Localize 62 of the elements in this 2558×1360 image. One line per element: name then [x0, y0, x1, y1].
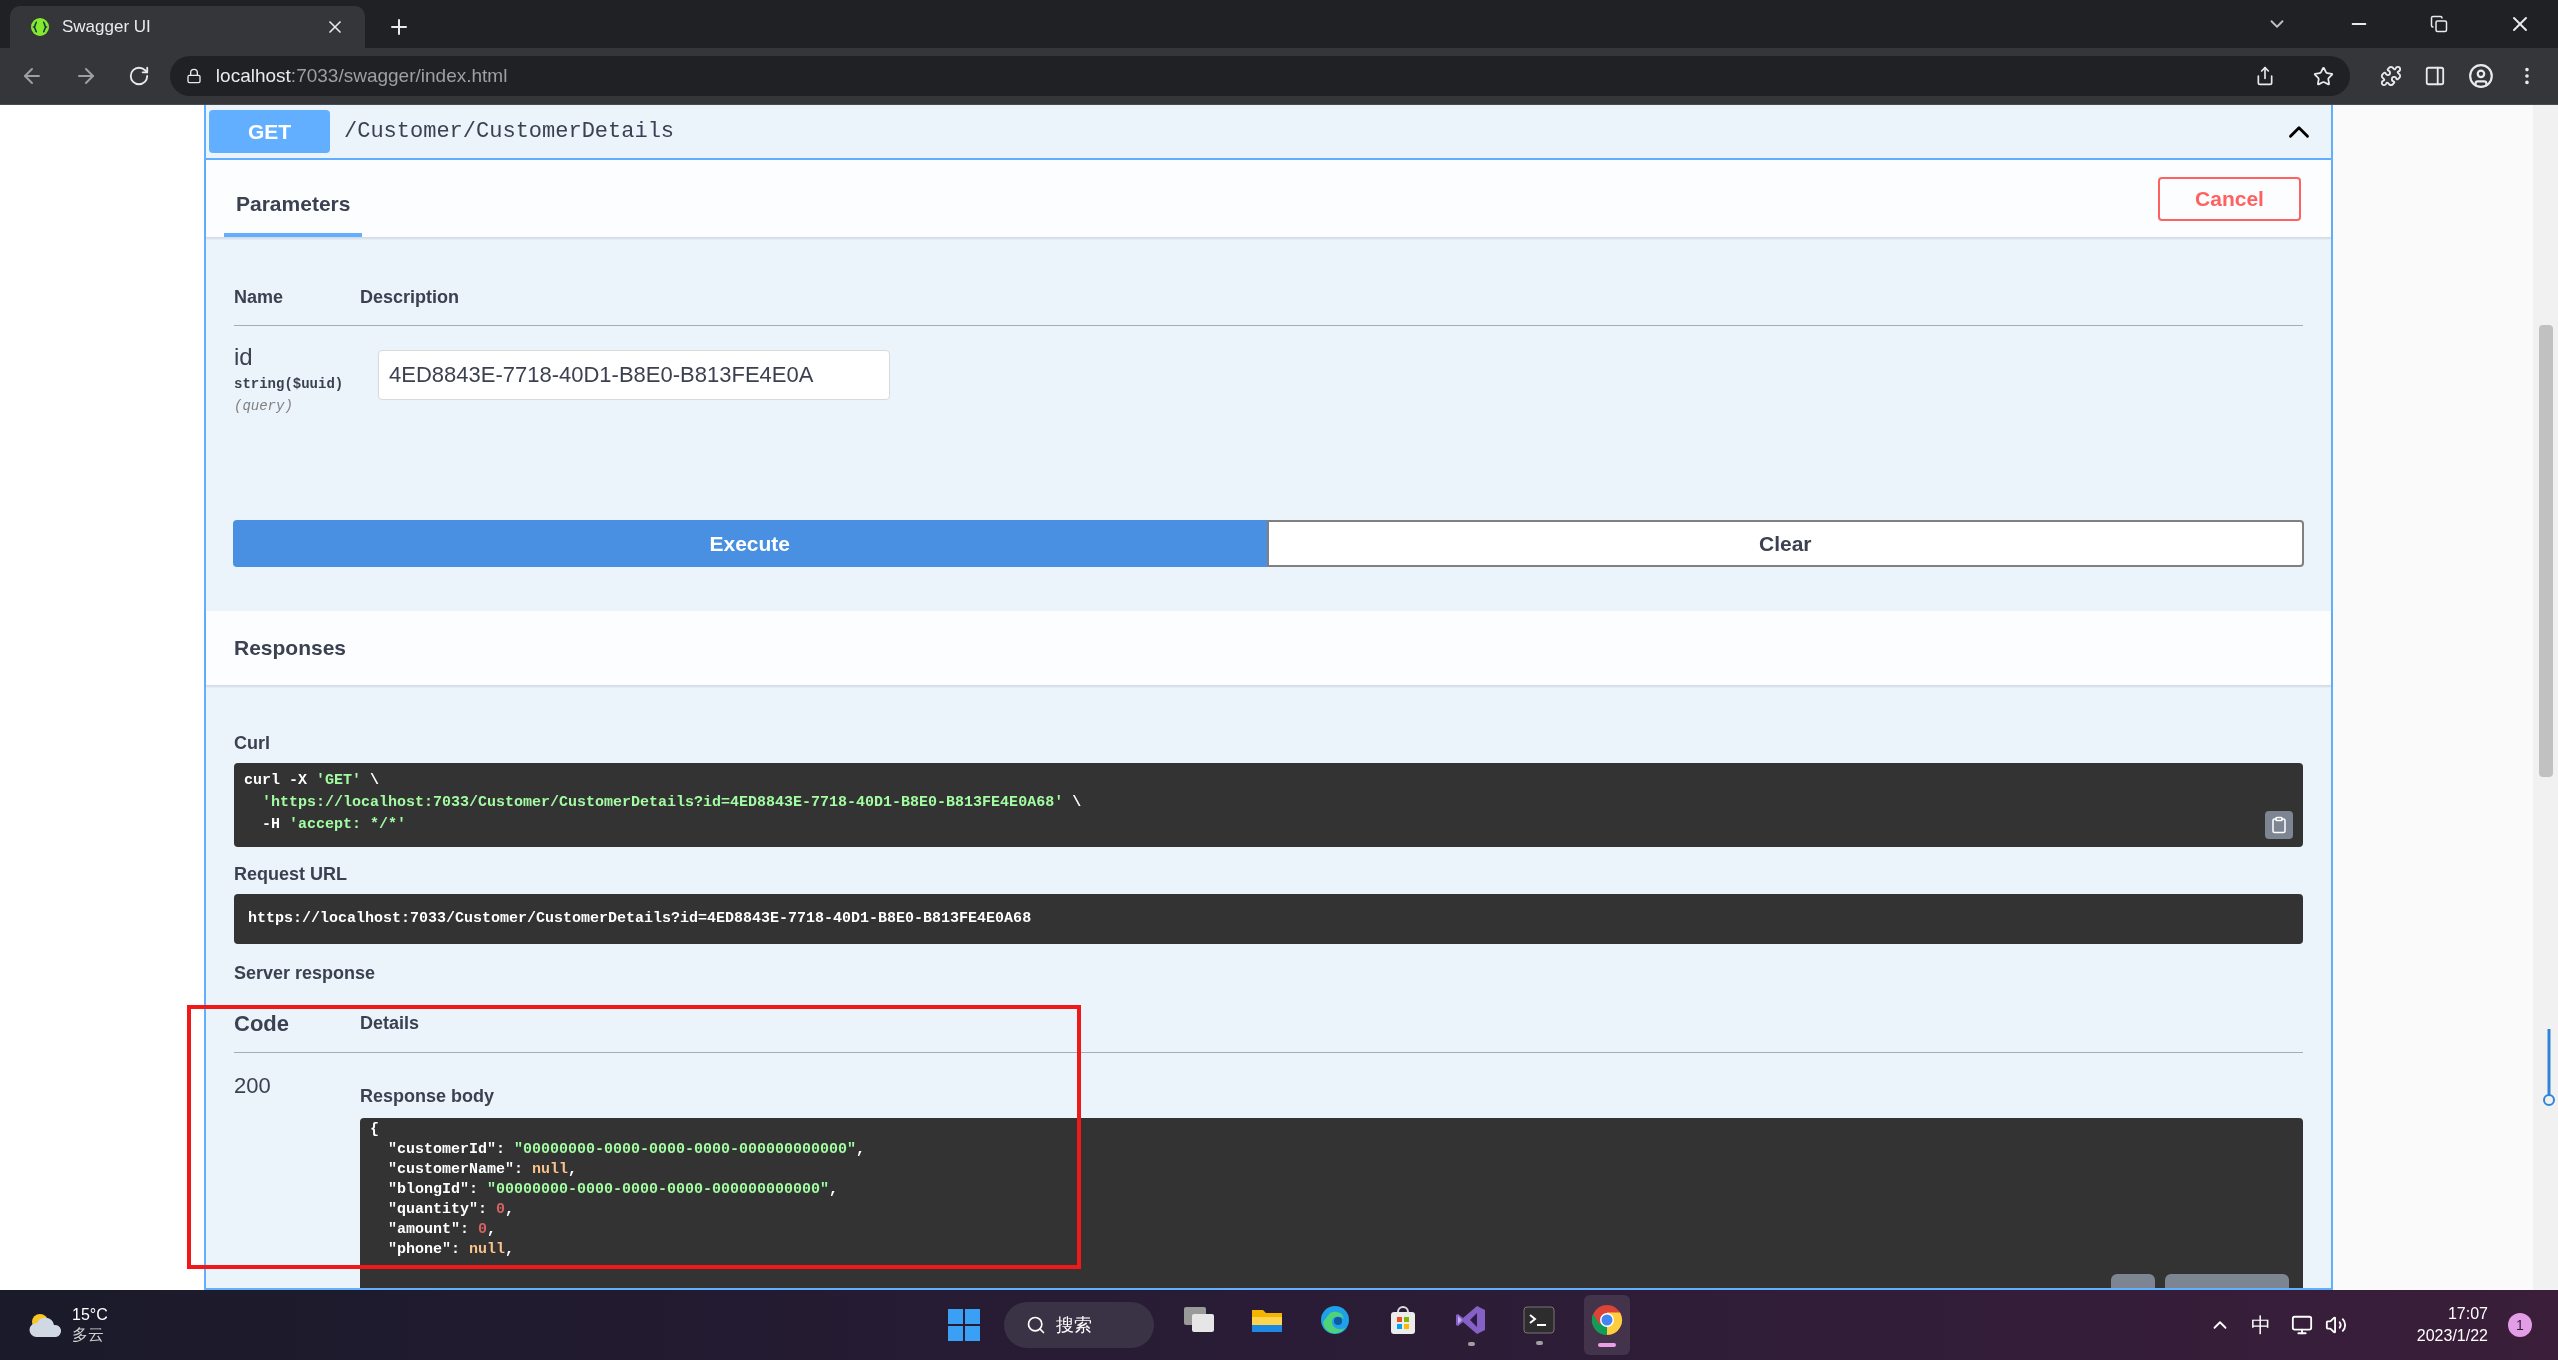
- swirl-icon[interactable]: [1319, 1304, 1351, 1336]
- parameters-tab[interactable]: Parameters: [224, 187, 363, 237]
- address-bar[interactable]: localhost:7033/swagger/index.html: [169, 56, 2351, 96]
- parameter-location: (query): [234, 397, 293, 416]
- bookmark-star-icon[interactable]: [2313, 65, 2335, 87]
- network-icon[interactable]: [2290, 1314, 2313, 1336]
- clock-time[interactable]: 17:07: [2447, 1303, 2488, 1325]
- parameter-type: string($uuid): [234, 375, 344, 394]
- http-method-badge: GET: [209, 110, 330, 153]
- tab-title: Swagger UI: [62, 16, 152, 39]
- request-url-field: https://localhost:7033/Customer/CustomerDetails?id=4ED8843E-7718-40D1-B8E0-B813FE4E0A68: [234, 894, 2303, 944]
- copy-button[interactable]: [2265, 811, 2293, 839]
- parameter-name: id: [234, 342, 253, 372]
- terminal-icon[interactable]: [1523, 1305, 1555, 1335]
- clear-button[interactable]: Clear: [1266, 520, 2304, 567]
- volume-icon[interactable]: [2324, 1314, 2347, 1336]
- restore-icon[interactable]: [2430, 15, 2448, 33]
- lock-icon: [185, 68, 202, 84]
- browser-tab[interactable]: Swagger UI: [10, 6, 365, 48]
- infinity-ribbon-icon[interactable]: [1455, 1304, 1487, 1336]
- url-text: localhost:7033/swagger/index.html: [215, 63, 508, 88]
- section-label: Curl: [234, 732, 270, 755]
- start-icon[interactable]: [946, 1307, 982, 1343]
- column-header: Code: [234, 1010, 290, 1038]
- clipboard-icon: [2270, 816, 2288, 834]
- section-label: Server response: [234, 962, 376, 985]
- code-line: "quantity": 0,: [387, 1200, 515, 1220]
- scrollbar[interactable]: [2533, 105, 2558, 1290]
- response-code: 200: [234, 1072, 272, 1100]
- section-label: Response body: [360, 1085, 495, 1108]
- windows-icon[interactable]: [1182, 1305, 1216, 1335]
- share-icon[interactable]: [2255, 66, 2276, 86]
- code-line: "blongId": "00000000-0000-0000-0000-000000000000",: [387, 1180, 839, 1200]
- browser-icon[interactable]: [1590, 1303, 1624, 1337]
- extensions-icon[interactable]: [2380, 65, 2403, 87]
- section-label: Request URL: [234, 863, 347, 886]
- notification-badge[interactable]: 1: [2508, 1313, 2532, 1337]
- code-line: "phone": null,: [387, 1240, 515, 1260]
- weather-condition: 多云: [72, 1325, 104, 1345]
- reload-icon[interactable]: [127, 65, 150, 87]
- code-line: "amount": 0,: [387, 1220, 497, 1240]
- site-favicon-icon: [30, 17, 50, 37]
- code-line: "customerName": null,: [387, 1160, 578, 1180]
- column-header: Name: [234, 286, 285, 309]
- endpoint-path: /Customer/CustomerDetails: [344, 118, 675, 146]
- column-header: Description: [360, 286, 460, 309]
- clock-date[interactable]: 2023/1/22: [2416, 1325, 2488, 1347]
- code-line: -H 'accept: */*': [261, 815, 407, 835]
- parameter-input[interactable]: 4ED8843E-7718-40D1-B8E0-B813FE4E0A: [378, 350, 890, 400]
- gauge-icon: [2542, 1027, 2556, 1109]
- input-method-indicator[interactable]: 中: [2250, 1310, 2271, 1340]
- code-line: "customerId": "00000000-0000-0000-0000-000000000000",: [387, 1140, 866, 1160]
- search-icon: [1026, 1315, 1046, 1335]
- search-field[interactable]: 搜索: [1004, 1302, 1154, 1348]
- column-header: Details: [360, 1012, 420, 1035]
- temperature: 15°C: [72, 1305, 108, 1325]
- code-line: 'https://localhost:7033/Customer/CustomerDetails?id=4ED8843E-7718-40D1-B8E0-B813FE4E0A68' \: [261, 793, 1082, 813]
- side-panel-icon[interactable]: [2424, 65, 2447, 87]
- code-line: {: [370, 1120, 379, 1140]
- profile-icon[interactable]: [2468, 63, 2495, 89]
- section-title: Responses: [234, 635, 347, 662]
- code-line: curl -X 'GET' \: [244, 771, 380, 791]
